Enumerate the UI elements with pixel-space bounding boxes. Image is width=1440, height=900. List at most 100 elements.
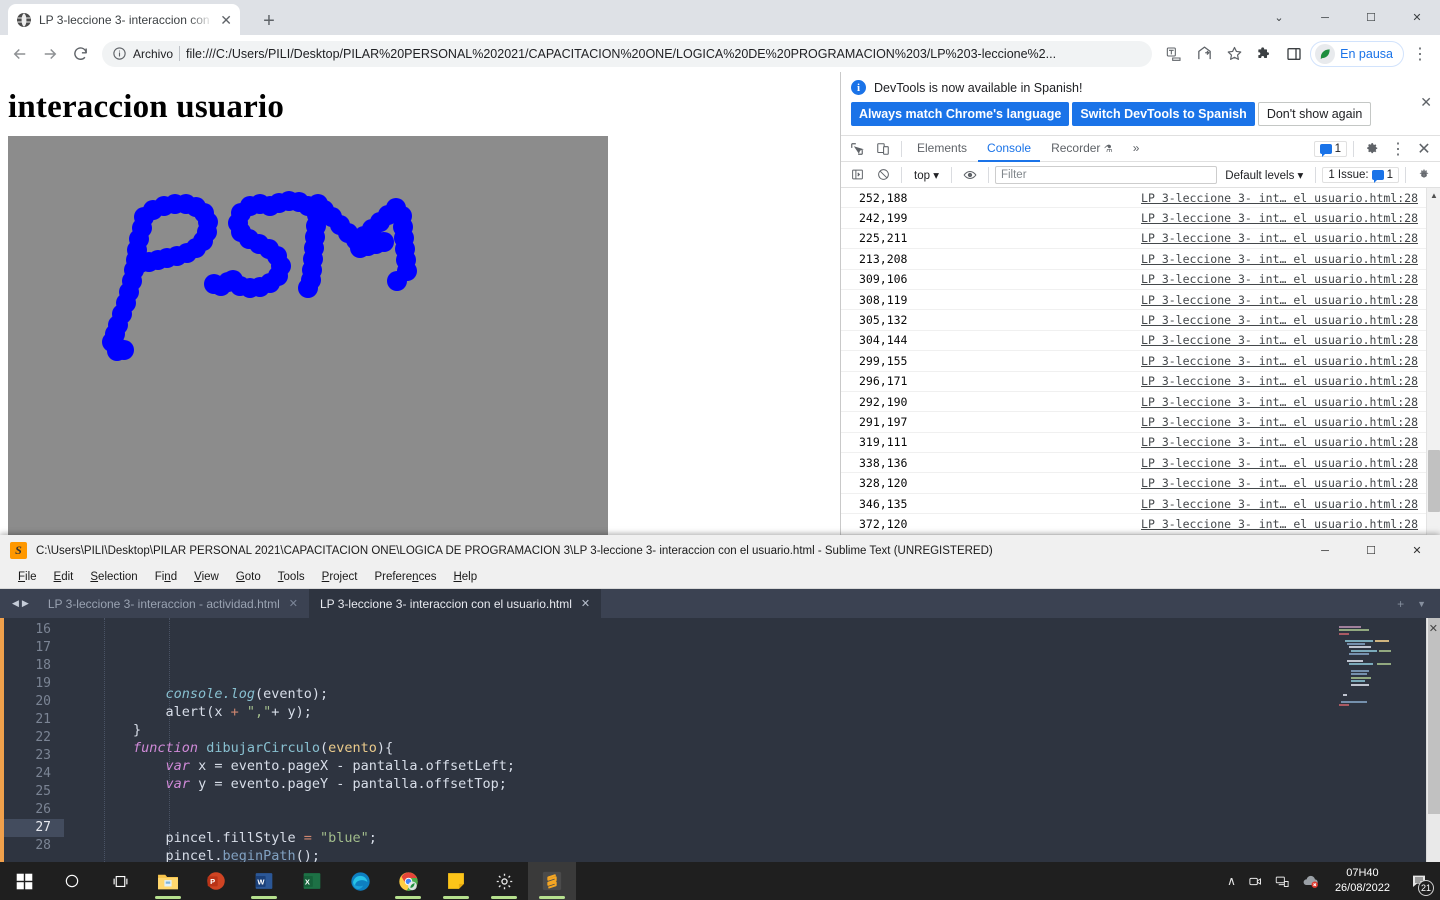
console-scrollbar-thumb[interactable] — [1428, 450, 1440, 512]
sublime-menu-selection[interactable]: Selection — [82, 569, 145, 585]
banner-close-icon[interactable]: ✕ — [1420, 94, 1432, 111]
sublime-menu-project[interactable]: Project — [314, 569, 366, 585]
onedrive-error-icon[interactable] — [1302, 874, 1319, 889]
address-bar[interactable]: Archivo file:///C:/Users/PILI/Desktop/PI… — [102, 40, 1153, 67]
console-log-row[interactable]: 252,188 LP 3-leccione 3- int… el usuario.… — [841, 188, 1426, 209]
sublime-close-button[interactable]: ✕ — [1394, 535, 1440, 566]
console-context-selector[interactable]: top ▾ — [908, 168, 945, 182]
console-log-source-link[interactable]: LP 3-leccione 3- int… el usuario.html:28 — [1141, 333, 1418, 347]
devtools-tab-overflow[interactable]: » — [1124, 135, 1149, 162]
translate-icon[interactable] — [1160, 40, 1188, 68]
sublime-title-bar[interactable]: S C:\Users\PILI\Desktop\PILAR PERSONAL 2… — [0, 535, 1440, 566]
editor-code-line[interactable]: var x = evento.pageX - pantalla.offsetLe… — [64, 757, 1331, 775]
browser-menu-button[interactable]: ⋮ — [1406, 40, 1434, 68]
editor-scrollbar-thumb[interactable] — [1428, 618, 1440, 814]
sublime-editor[interactable]: 16 17 18 19 20 21 22 23 24 25 26 27 28 console.log(e… — [0, 618, 1440, 862]
console-log-source-link[interactable]: LP 3-leccione 3- int… el usuario.html:28 — [1141, 476, 1418, 490]
camera-icon[interactable] — [1248, 874, 1263, 889]
search-button[interactable] — [48, 862, 96, 900]
tab-prev-icon[interactable]: ◀ — [12, 598, 19, 609]
sticky-notes-button[interactable] — [432, 862, 480, 900]
console-log-source-link[interactable]: LP 3-leccione 3- int… el usuario.html:28 — [1141, 354, 1418, 368]
editor-code-line[interactable]: function dibujarCirculo(evento){ — [64, 739, 1331, 757]
console-log-source-link[interactable]: LP 3-leccione 3- int… el usuario.html:28 — [1141, 313, 1418, 327]
console-log-source-link[interactable]: LP 3-leccione 3- int… el usuario.html:28 — [1141, 415, 1418, 429]
console-log-source-link[interactable]: LP 3-leccione 3- int… el usuario.html:28 — [1141, 395, 1418, 409]
sublime-maximize-button[interactable]: ☐ — [1348, 535, 1394, 566]
devtools-issues-badge[interactable]: 1 — [1313, 140, 1347, 157]
editor-code-area[interactable]: console.log(evento); alert(x + ","+ y); … — [64, 618, 1331, 862]
editor-scrollbar[interactable]: ✕ — [1426, 618, 1440, 862]
sublime-tab-nav-arrows[interactable]: ◀ ▶ — [0, 589, 37, 618]
sublime-menu-view[interactable]: View — [186, 569, 227, 585]
console-levels-selector[interactable]: Default levels ▾ — [1219, 168, 1309, 182]
browser-minimize-button[interactable]: ─ — [1302, 0, 1348, 35]
settings-button[interactable] — [480, 862, 528, 900]
sublime-menu-file[interactable]: File — [10, 569, 45, 585]
tab-list-chevron-down-icon[interactable]: ▼ — [1417, 599, 1426, 609]
editor-code-line[interactable]: pincel.fillStyle = "blue"; — [64, 829, 1331, 847]
browser-tab-close-icon[interactable]: ✕ — [220, 13, 232, 27]
console-log-row[interactable]: 296,171 LP 3-leccione 3- int… el usuario.… — [841, 372, 1426, 392]
devtools-close-button[interactable]: ✕ — [1412, 137, 1436, 161]
sublime-menu-find[interactable]: Find — [147, 569, 185, 585]
bookmark-button[interactable] — [1220, 40, 1248, 68]
sublime-tab-actividad[interactable]: LP 3-leccione 3- interaccion - actividad… — [36, 589, 309, 618]
console-log-row[interactable]: 309,106 LP 3-leccione 3- int… el usuario.… — [841, 270, 1426, 290]
browser-close-button[interactable]: ✕ — [1394, 0, 1440, 35]
console-log-row[interactable]: 328,120 LP 3-leccione 3- int… el usuario.… — [841, 473, 1426, 494]
chrome-button[interactable] — [384, 862, 432, 900]
editor-code-line[interactable]: alert(x + ","+ y); — [64, 703, 1331, 721]
always-match-language-button[interactable]: Always match Chrome's language — [851, 102, 1070, 126]
console-issues-button[interactable]: 1 Issue: 1 — [1322, 166, 1399, 183]
forward-button[interactable] — [36, 40, 64, 68]
extensions-button[interactable] — [1250, 40, 1278, 68]
console-log-source-link[interactable]: LP 3-leccione 3- int… el usuario.html:28 — [1141, 435, 1418, 449]
drawing-canvas[interactable] — [8, 136, 608, 596]
sublime-menu-help[interactable]: Help — [445, 569, 485, 585]
sublime-menu-tools[interactable]: Tools — [270, 569, 313, 585]
editor-code-line[interactable]: pincel.beginPath(); — [64, 847, 1331, 862]
dont-show-again-button[interactable]: Don't show again — [1257, 102, 1372, 126]
excel-button[interactable]: X — [288, 862, 336, 900]
file-explorer-button[interactable] — [144, 862, 192, 900]
sublime-minimize-button[interactable]: ─ — [1302, 535, 1348, 566]
new-tab-plus-icon[interactable]: + — [1397, 597, 1404, 611]
console-log-source-link[interactable]: LP 3-leccione 3- int… el usuario.html:28 — [1141, 211, 1418, 225]
console-log-source-link[interactable]: LP 3-leccione 3- int… el usuario.html:28 — [1141, 252, 1418, 266]
live-expression-icon[interactable] — [958, 163, 982, 187]
console-log-row[interactable]: 299,155 LP 3-leccione 3- int… el usuario.… — [841, 351, 1426, 372]
inspect-element-icon[interactable] — [845, 137, 869, 161]
console-log-source-link[interactable]: LP 3-leccione 3- int… el usuario.html:28 — [1141, 293, 1418, 307]
devtools-tab-recorder[interactable]: Recorder ⚗ — [1042, 135, 1122, 162]
sublime-tab-usuario[interactable]: LP 3-leccione 3- interaccion con el usua… — [308, 589, 602, 618]
edge-button[interactable] — [336, 862, 384, 900]
editor-scroll-close-icon[interactable]: ✕ — [1429, 622, 1438, 635]
browser-more-chevron[interactable]: ⌄ — [1256, 0, 1302, 35]
word-button[interactable]: W — [240, 862, 288, 900]
console-log-row[interactable]: 213,208 LP 3-leccione 3- int… el usuario.… — [841, 249, 1426, 270]
side-panel-button[interactable] — [1280, 40, 1308, 68]
clear-console-icon[interactable] — [871, 163, 895, 187]
back-button[interactable] — [6, 40, 34, 68]
console-log-source-link[interactable]: LP 3-leccione 3- int… el usuario.html:28 — [1141, 191, 1418, 205]
console-log-row[interactable]: 242,199 LP 3-leccione 3- int… el usuario.… — [841, 208, 1426, 229]
console-log-row[interactable]: 308,119 LP 3-leccione 3- int… el usuario.… — [841, 290, 1426, 311]
notification-center-button[interactable]: 21 — [1406, 868, 1434, 896]
console-log-area[interactable]: 252,188 LP 3-leccione 3- int… el usuario.… — [841, 188, 1440, 535]
devtools-settings-icon[interactable] — [1360, 137, 1384, 161]
share-button[interactable] — [1190, 40, 1218, 68]
sublime-menu-goto[interactable]: Goto — [228, 569, 269, 585]
tab-next-icon[interactable]: ▶ — [22, 598, 29, 609]
editor-minimap[interactable] — [1331, 618, 1426, 862]
tray-expand-chevron-icon[interactable]: ∧ — [1227, 874, 1236, 888]
sublime-tab-close-icon[interactable]: ✕ — [289, 597, 298, 610]
editor-code-line[interactable] — [64, 811, 1331, 829]
reload-button[interactable] — [66, 40, 94, 68]
console-log-row[interactable]: 291,197 LP 3-leccione 3- int… el usuario.… — [841, 412, 1426, 433]
console-log-source-link[interactable]: LP 3-leccione 3- int… el usuario.html:28 — [1141, 456, 1418, 470]
console-log-row[interactable]: 372,120 LP 3-leccione 3- int… el usuario.… — [841, 514, 1426, 535]
profile-button[interactable]: En pausa — [1310, 40, 1404, 67]
console-scrollbar[interactable]: ▲ — [1426, 188, 1440, 535]
start-button[interactable] — [0, 862, 48, 900]
